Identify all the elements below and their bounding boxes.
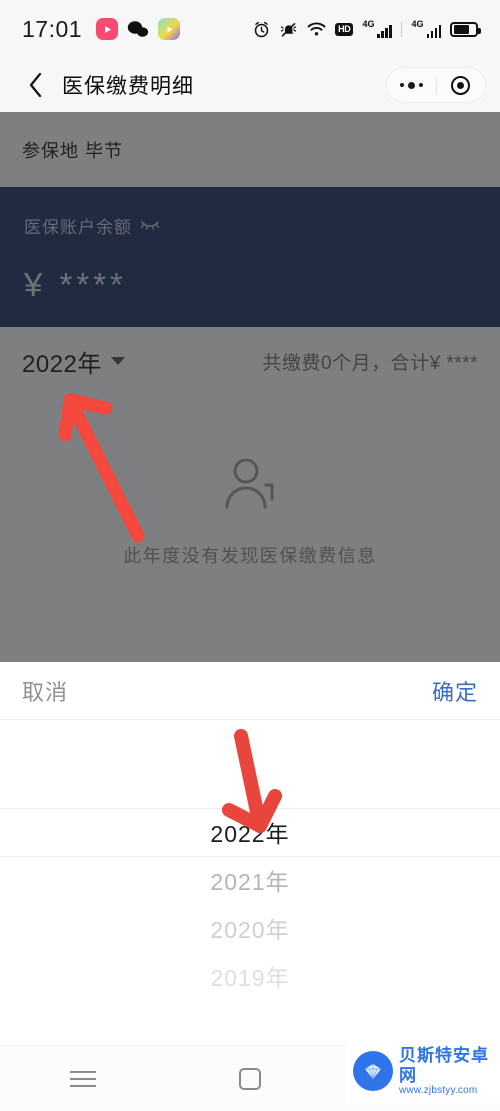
year-summary-row: 2022年 共缴费0个月，合计¥ **** <box>0 327 500 395</box>
picker-option[interactable]: 2020年 <box>210 904 289 952</box>
picker-option[interactable]: 2019年 <box>210 952 289 1000</box>
person-empty-icon <box>221 457 279 516</box>
media-app-icon <box>158 18 181 40</box>
alarm-icon <box>253 21 270 38</box>
signal-4g-icon-1: 4G <box>362 20 392 38</box>
page-title: 医保缴费明细 <box>62 75 194 98</box>
year-picker-wheel[interactable]: 2022年 2021年 2020年 2019年 <box>0 720 500 1045</box>
balance-label: 医保账户余额 <box>24 218 132 237</box>
chevron-down-icon <box>110 357 125 365</box>
insured-region-bar[interactable]: 参保地 毕节 <box>0 112 500 187</box>
year-selector-label: 2022年 <box>22 350 102 378</box>
page-content: 参保地 毕节 医保账户余额 ¥ **** 2022年 共缴费0个月，合计¥ **… <box>0 112 500 630</box>
watermark-logo-icon <box>353 1051 393 1092</box>
balance-amount: ¥ **** <box>24 266 127 303</box>
insured-region-text: 参保地 毕节 <box>22 140 124 161</box>
signal-4g-icon-2: 4G <box>411 20 441 38</box>
hd-badge: HD <box>335 22 354 36</box>
target-circle-icon[interactable] <box>437 75 486 95</box>
balance-card: 医保账户余额 ¥ **** <box>0 187 500 327</box>
wechat-icon <box>127 18 149 40</box>
battery-icon <box>450 21 481 37</box>
status-bar-system-icons: HD 4G 4G <box>253 20 481 38</box>
eye-closed-icon[interactable] <box>140 217 160 235</box>
picker-option[interactable]: 2022年 <box>210 808 289 856</box>
signal-divider <box>400 21 403 37</box>
status-bar-app-icons <box>96 18 181 40</box>
back-chevron-icon[interactable] <box>20 70 50 100</box>
status-bar: 17:01 HD 4G 4G <box>0 0 500 58</box>
picker-header: 取消 确定 <box>0 662 500 720</box>
miniprogram-capsule <box>386 67 486 103</box>
mute-bell-icon <box>279 21 298 38</box>
more-dots-icon[interactable] <box>387 81 436 89</box>
home-square-icon[interactable] <box>227 1056 273 1102</box>
empty-state-text: 此年度没有发现医保缴费信息 <box>123 546 377 566</box>
app-navbar: 医保缴费明细 <box>0 58 500 112</box>
phone-screen: 17:01 HD 4G 4G 医保缴费明细 参保地 毕节 医保账户余额 ¥ **… <box>0 0 500 1111</box>
hamburger-icon[interactable] <box>60 1056 106 1102</box>
wifi-icon <box>307 22 326 37</box>
cancel-button[interactable]: 取消 <box>22 675 68 707</box>
watermark-site-url: www.zjbstyy.com <box>399 1085 478 1097</box>
status-bar-clock: 17:01 <box>22 15 83 42</box>
year-picker-sheet: 取消 确定 2022年 2021年 2020年 2019年 <box>0 662 500 1045</box>
payment-summary-text: 共缴费0个月，合计¥ **** <box>262 352 478 374</box>
empty-state: 此年度没有发现医保缴费信息 <box>0 395 500 630</box>
watermark-site-name: 贝斯特安卓网 <box>399 1046 489 1085</box>
year-selector[interactable]: 2022年 <box>22 344 125 379</box>
picker-option[interactable]: 2021年 <box>210 856 289 904</box>
picker-selection-line-top <box>0 808 500 809</box>
picker-selection-line-bottom <box>0 856 500 857</box>
kuaishou-icon <box>96 18 119 40</box>
confirm-button[interactable]: 确定 <box>432 675 478 707</box>
site-watermark: 贝斯特安卓网 www.zjbstyy.com <box>345 1040 500 1103</box>
